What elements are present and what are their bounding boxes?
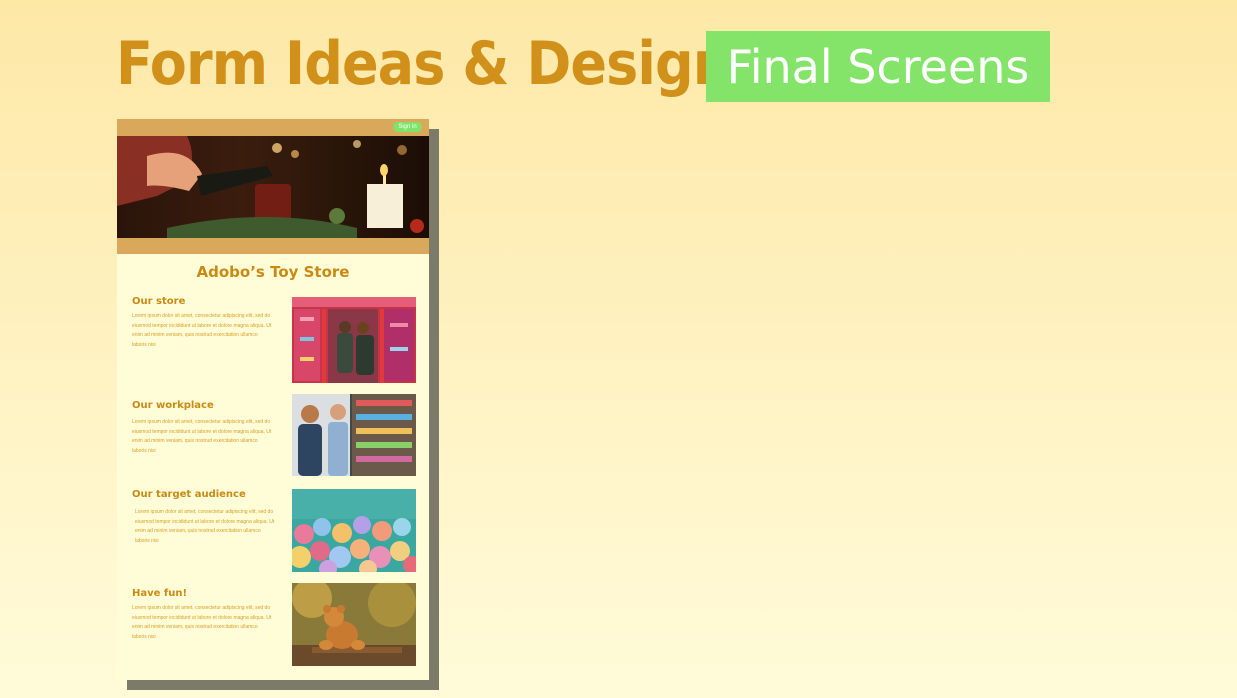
photo-teddy-bear: [292, 583, 416, 666]
mockup-top-bar: Sign in: [117, 119, 429, 136]
photo-workplace-staff: [292, 394, 416, 476]
final-screens-badge: Final Screens: [706, 31, 1050, 102]
website-mockup: Sign in Adobo’s Toy Store Our store Lore…: [117, 119, 429, 680]
page-title: Form Ideas & Design: [116, 29, 731, 99]
photo-toy-store-shelves: [292, 297, 416, 383]
section-title-our-store: Our store: [132, 296, 186, 307]
section-title-our-target-audience: Our target audience: [132, 489, 246, 500]
section-body-our-workplace: Lorem ipsum dolor sit amet, consectetur …: [132, 419, 272, 454]
store-title: Adobo’s Toy Store: [196, 263, 350, 281]
sign-in-button[interactable]: Sign in: [393, 122, 422, 132]
hero-bottom-bar: [117, 238, 429, 254]
section-title-our-workplace: Our workplace: [132, 400, 214, 411]
section-body-our-target-audience: Lorem ipsum dolor sit amet, consectetur …: [135, 509, 275, 544]
section-body-our-store: Lorem ipsum dolor sit amet, consectetur …: [132, 313, 272, 348]
section-body-have-fun: Lorem ipsum dolor sit amet, consectetur …: [132, 605, 272, 640]
hero-image-wine-pour: [117, 136, 429, 238]
photo-ball-pit: [292, 489, 416, 572]
section-title-have-fun: Have fun!: [132, 588, 188, 599]
